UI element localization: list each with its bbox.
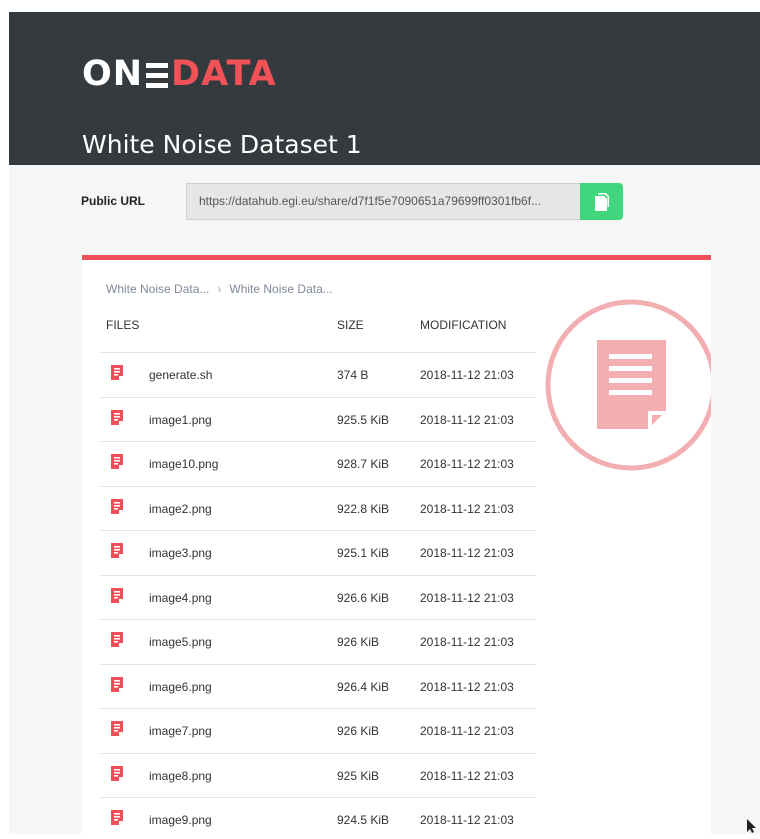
file-size: 924.5 KiB (337, 813, 390, 827)
public-url-label: Public URL (81, 194, 146, 208)
public-url-field[interactable]: https://datahub.egi.eu/share/d7f1f5e7090… (186, 183, 580, 220)
file-size: 925.5 KiB (337, 412, 390, 427)
file-name: generate.sh (149, 368, 213, 382)
file-size: 374 B (337, 368, 369, 382)
file-icon (111, 587, 123, 603)
file-row[interactable]: image7.png 926 KiB 2018-11-12 21:03 (100, 708, 536, 753)
file-row[interactable]: image3.png 925.1 KiB 2018-11-12 21:03 (100, 530, 536, 575)
file-modification: 2018-11-12 21:03 (420, 368, 514, 382)
app-header: ON DATA White Noise Dataset 1 (9, 12, 760, 165)
file-size: 926 KiB (337, 635, 380, 649)
file-icon (111, 454, 123, 469)
file-size: 922.8 KiB (337, 501, 390, 516)
main-content: Public URL https://datahub.egi.eu/share/… (9, 165, 760, 839)
logo-text-data: DATA (171, 54, 277, 94)
file-size: 926.4 KiB (337, 679, 390, 694)
file-name: image4.png (149, 590, 212, 605)
file-name: image10.png (149, 457, 219, 471)
breadcrumb: White Noise Data... › White Noise Data... (106, 282, 333, 296)
column-header-modification[interactable]: MODIFICATION (420, 318, 506, 332)
page-edge (0, 0, 9, 834)
file-modification: 2018-11-12 21:03 (420, 768, 514, 783)
logo-bars-icon (146, 61, 169, 89)
column-header-size[interactable]: SIZE (337, 318, 364, 332)
file-name: image7.png (149, 724, 212, 738)
column-header-files[interactable]: FILES (106, 318, 139, 332)
file-modification: 2018-11-12 21:03 (420, 635, 514, 649)
file-row[interactable]: image4.png 926.6 KiB 2018-11-12 21:03 (100, 574, 536, 620)
file-row[interactable]: generate.sh 374 B 2018-11-12 21:03 (100, 352, 536, 397)
file-size: 928.7 KiB (337, 457, 390, 471)
file-icon (111, 765, 123, 781)
copy-icon (594, 192, 609, 211)
file-modification: 2018-11-12 21:03 (420, 679, 514, 694)
file-row[interactable]: image8.png 925 KiB 2018-11-12 21:03 (100, 752, 536, 798)
file-icon (111, 810, 123, 825)
file-modification: 2018-11-12 21:03 (420, 457, 514, 471)
file-preview-icon (545, 299, 711, 471)
file-icon (111, 543, 123, 558)
breadcrumb-item-root[interactable]: White Noise Data... (106, 282, 209, 296)
file-row[interactable]: image10.png 928.7 KiB 2018-11-12 21:03 (100, 441, 536, 486)
file-name: image1.png (149, 412, 212, 427)
onedata-logo: ON DATA (82, 54, 277, 94)
file-size: 926 KiB (337, 724, 380, 738)
file-modification: 2018-11-12 21:03 (420, 590, 514, 605)
file-icon (111, 409, 123, 425)
file-name: image6.png (149, 679, 212, 694)
file-size: 925.1 KiB (337, 546, 390, 560)
file-name: image2.png (149, 501, 212, 516)
breadcrumb-item-current[interactable]: White Noise Data... (229, 282, 332, 296)
logo-text-one: ON (82, 54, 144, 94)
file-row[interactable]: image9.png 924.5 KiB 2018-11-12 21:03 (100, 797, 536, 839)
file-name: image8.png (149, 768, 212, 783)
file-row[interactable]: image2.png 922.8 KiB 2018-11-12 21:03 (100, 485, 536, 531)
file-icon (111, 365, 123, 380)
file-modification: 2018-11-12 21:03 (420, 546, 514, 560)
breadcrumb-separator-icon: › (217, 282, 222, 296)
file-modification: 2018-11-12 21:03 (420, 724, 514, 738)
file-icon (111, 676, 123, 692)
file-browser-panel: White Noise Data... › White Noise Data... … (82, 255, 711, 839)
file-icon (111, 721, 123, 736)
file-modification: 2018-11-12 21:03 (420, 501, 514, 516)
file-name: image9.png (149, 813, 212, 827)
file-size: 925 KiB (337, 768, 380, 783)
file-modification: 2018-11-12 21:03 (420, 412, 514, 427)
file-modification: 2018-11-12 21:03 (420, 813, 514, 827)
file-size: 926.6 KiB (337, 590, 390, 605)
copy-url-button[interactable] (580, 183, 623, 220)
file-name: image3.png (149, 546, 212, 560)
mouse-cursor-icon (747, 819, 756, 833)
file-icon (111, 632, 123, 647)
page-title: White Noise Dataset 1 (82, 130, 362, 159)
file-icon (111, 498, 123, 514)
file-row[interactable]: image6.png 926.4 KiB 2018-11-12 21:03 (100, 663, 536, 709)
file-row[interactable]: image1.png 925.5 KiB 2018-11-12 21:03 (100, 396, 536, 442)
file-list: generate.sh 374 B 2018-11-12 21:03 image1.p… (100, 352, 536, 839)
file-name: image5.png (149, 635, 212, 649)
file-row[interactable]: image5.png 926 KiB 2018-11-12 21:03 (100, 619, 536, 664)
